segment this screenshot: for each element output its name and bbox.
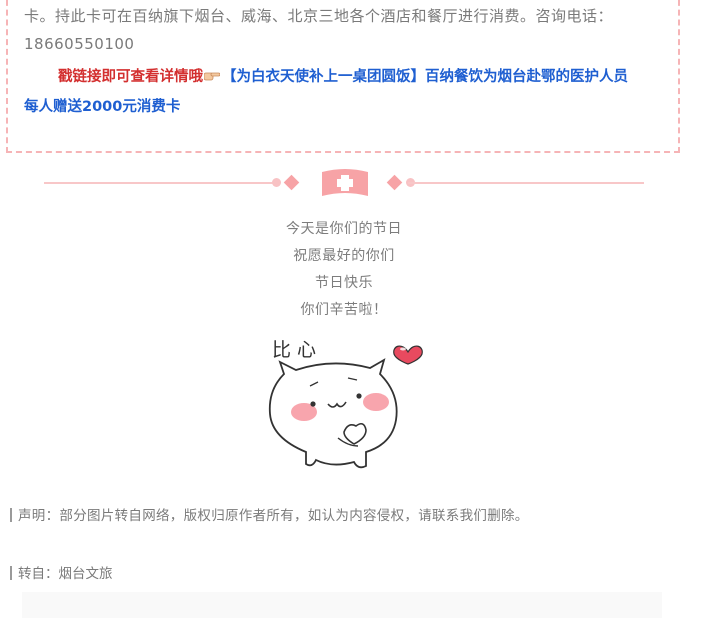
section-divider xyxy=(44,168,644,198)
divider-line-left xyxy=(44,182,280,184)
link-title-line1[interactable]: 【为白衣天使补上一桌团圆饭】百纳餐饮为烟台赴鄂的医护人员 xyxy=(222,69,628,85)
pointing-hand-icon xyxy=(204,72,220,81)
divider-diamond xyxy=(283,174,300,191)
link-title-line2[interactable]: 每人赠送2000元消费卡 xyxy=(24,99,180,115)
bottom-strip xyxy=(22,592,662,618)
sticker-caption: 比 心 xyxy=(272,339,316,361)
notice-text: 卡。持此卡可在百纳旗下烟台、威海、北京三地各个酒店和餐厅进行消费。咨询电话：18… xyxy=(24,7,614,53)
divider-dot xyxy=(272,178,281,187)
greeting-line: 你们辛苦啦！ xyxy=(300,302,388,318)
notice-box: 卡。持此卡可在百纳旗下烟台、威海、北京三地各个酒店和餐厅进行消费。咨询电话：18… xyxy=(6,0,680,153)
link-prompt[interactable]: 戳链接即可查看详情哦 xyxy=(58,69,203,85)
divider-diamond xyxy=(386,174,403,191)
divider-line-right xyxy=(408,182,644,184)
greeting-lines: 今天是你们的节日 祝愿最好的你们 节日快乐 你们辛苦啦！ xyxy=(0,216,688,324)
greeting-line: 今天是你们的节日 xyxy=(286,221,402,237)
greeting-line: 祝愿最好的你们 xyxy=(293,248,395,264)
disclaimer: 声明：部分图片转自网络，版权归原作者所有，如认为内容侵权，请联系我们删除。 xyxy=(10,506,529,526)
source-text: 转自：烟台文旅 xyxy=(18,566,113,582)
source-bar xyxy=(10,566,12,580)
medical-cross-icon xyxy=(322,169,368,196)
disclaimer-text: 声明：部分图片转自网络，版权归原作者所有，如认为内容侵权，请联系我们删除。 xyxy=(18,508,529,524)
disclaimer-bar xyxy=(10,508,12,522)
article-link[interactable]: 戳链接即可查看详情哦 【为白衣天使补上一桌团圆饭】百纳餐饮为烟台赴鄂的医护人员 … xyxy=(24,62,664,122)
greeting-line: 节日快乐 xyxy=(315,275,373,291)
cat-heart-sticker: 比 心 xyxy=(268,339,423,469)
source-credit: 转自：烟台文旅 xyxy=(10,564,113,584)
